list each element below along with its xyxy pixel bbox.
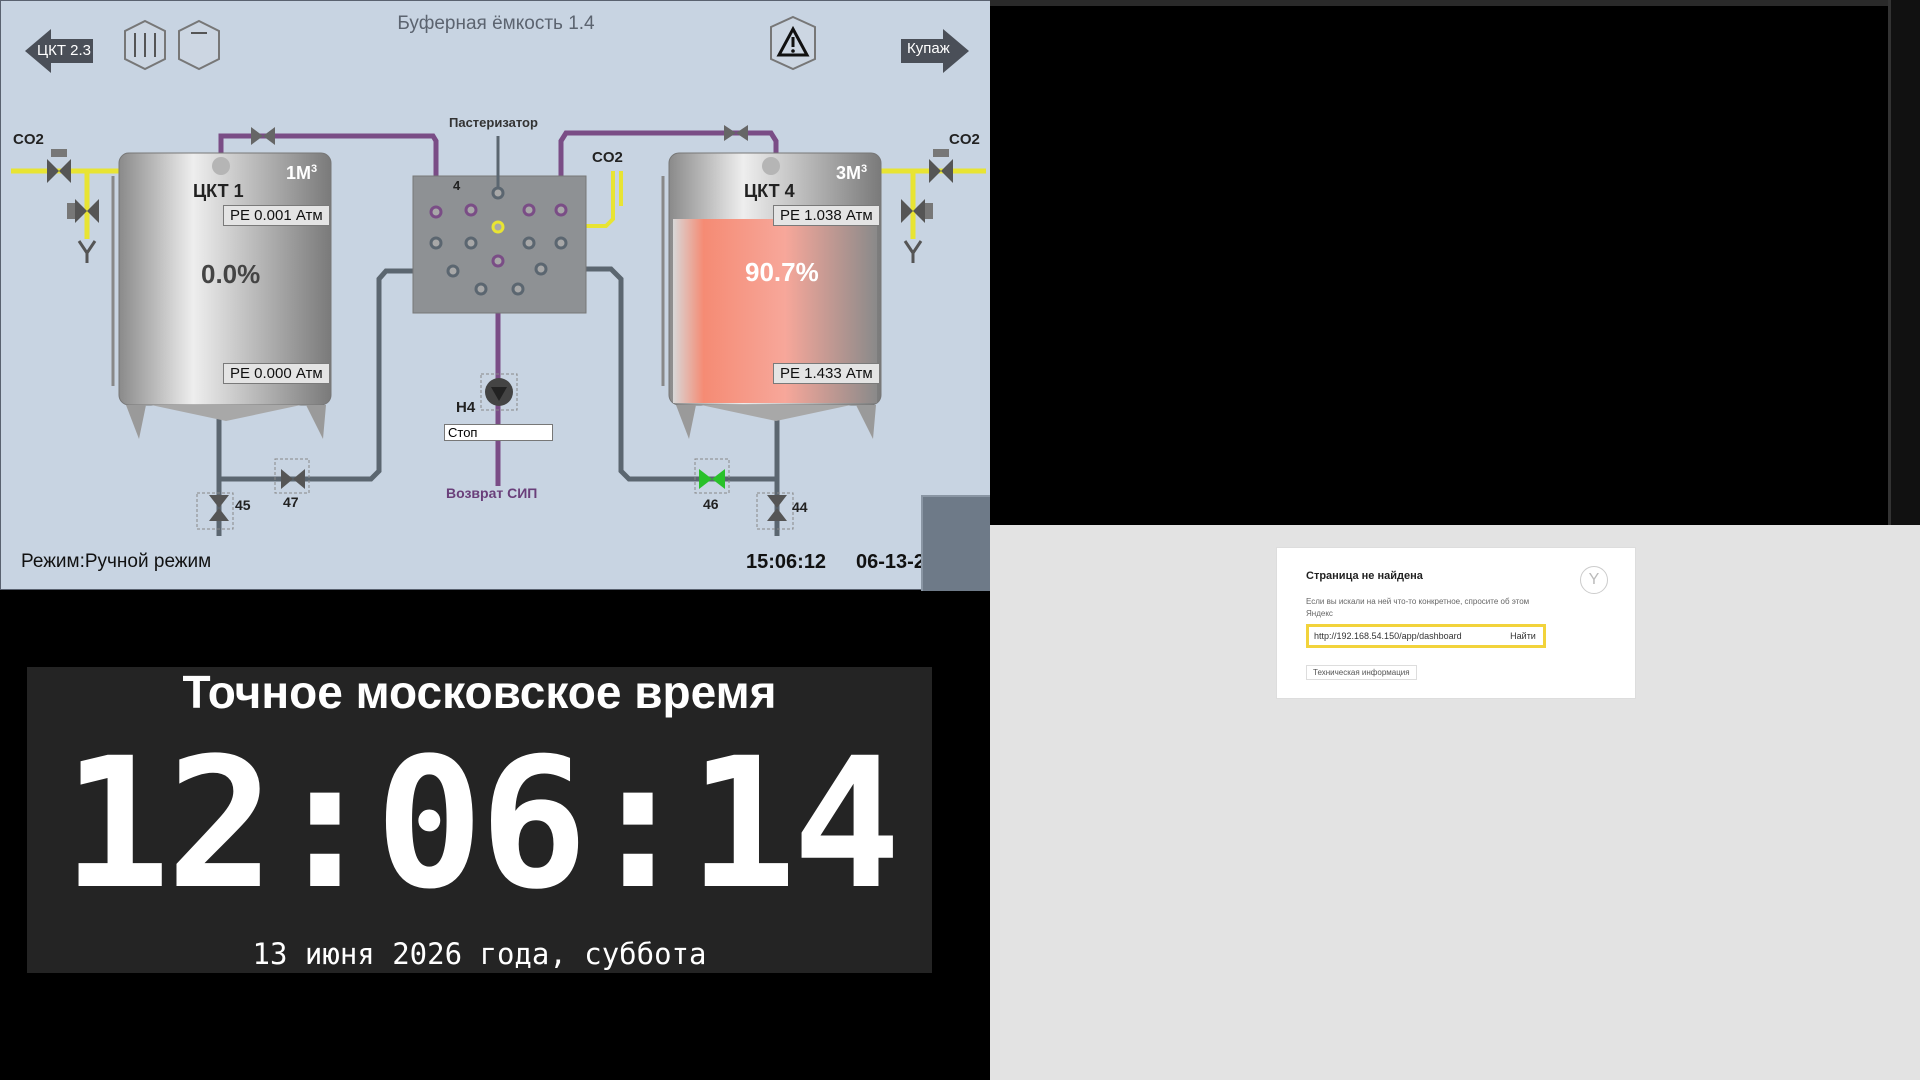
co2-left-label: CO2 (13, 131, 44, 148)
co2-valve-left-icon[interactable] (47, 149, 71, 183)
co2-valve-left-2-icon[interactable] (67, 199, 99, 223)
valve-47-icon[interactable] (274, 458, 310, 494)
valve-44-label: 44 (792, 499, 808, 515)
clock-title: Точное московское время (182, 666, 777, 718)
tank-4-level: 90.7% (745, 257, 819, 287)
valve-45-label: 45 (235, 497, 251, 513)
co2-valve-right-icon[interactable] (929, 149, 953, 183)
find-button[interactable]: Найти (1503, 624, 1546, 648)
co2-valve-right-2-icon[interactable] (901, 199, 933, 223)
valve-top-left-icon[interactable] (251, 127, 275, 145)
hmi-time: 15:06:12 (746, 551, 827, 573)
tank-4-pressure-top: PE 1.038 Атм (773, 205, 880, 226)
tank-1-pressure-bottom: PE 0.000 Атм (223, 363, 330, 384)
nav-left-label[interactable]: ЦКТ 2.3 (37, 42, 91, 59)
co2-right-label: CO2 (949, 131, 980, 148)
pasteurizer-label: Пастеризатор (449, 115, 538, 130)
yandex-logo-icon: Y (1580, 566, 1608, 594)
return-sip-label: Возврат СИП (446, 485, 538, 501)
tank-1-volume: 1М3 (286, 163, 318, 183)
page-title: Буферная ёмкость 1.4 (397, 13, 595, 34)
window-scrollbar[interactable] (1888, 0, 1920, 525)
co2-center-label: CO2 (592, 149, 623, 166)
mode-status: Режим:Ручной режим (21, 551, 212, 572)
error-title: Страница не найдена (1306, 570, 1423, 582)
tech-info-button[interactable]: Техническая информация (1306, 665, 1417, 680)
valve-47-label: 47 (283, 494, 299, 510)
tank-4-pressure-bottom: PE 1.433 Атм (773, 363, 880, 384)
corner-panel (921, 495, 993, 591)
tank-4-volume: 3М3 (836, 163, 868, 183)
pump-h4-icon[interactable] (480, 373, 518, 411)
pasteurizer-number: 4 (453, 178, 461, 193)
clock-panel: Точное московское время 12:06:14 13 июня… (27, 666, 932, 973)
clock-time: 12:06:14 (62, 720, 901, 929)
valve-top-right-icon[interactable] (724, 125, 748, 141)
search-input[interactable]: http://192.168.54.150/app/dashboard (1306, 624, 1507, 648)
error-text: Если вы искали на ней что-то конкретное,… (1306, 597, 1530, 618)
valve-46-label: 46 (703, 496, 719, 512)
nav-right-label[interactable]: Купаж (907, 40, 950, 57)
tank-1-level: 0.0% (201, 259, 261, 289)
pump-label: Н4 (456, 399, 476, 416)
browser-window: Страница не найдена Если вы искали на не… (990, 525, 1920, 1080)
blank-window (990, 0, 1888, 531)
clock-date: 13 июня 2026 года, суббота (252, 937, 707, 971)
valve-45-icon[interactable] (196, 492, 234, 530)
tank-1-pressure-top: PE 0.001 Атм (223, 205, 330, 226)
tank-1-name: ЦКТ 1 (193, 181, 244, 201)
pump-state: Стоп (444, 424, 553, 441)
scada-panel: Буферная ёмкость 1.4 ЦКТ 2.3 Купаж CO2 C… (0, 0, 993, 591)
error-card: Страница не найдена Если вы искали на не… (1276, 547, 1636, 699)
tank-4-name: ЦКТ 4 (744, 181, 795, 201)
valve-46-icon[interactable] (694, 458, 730, 494)
